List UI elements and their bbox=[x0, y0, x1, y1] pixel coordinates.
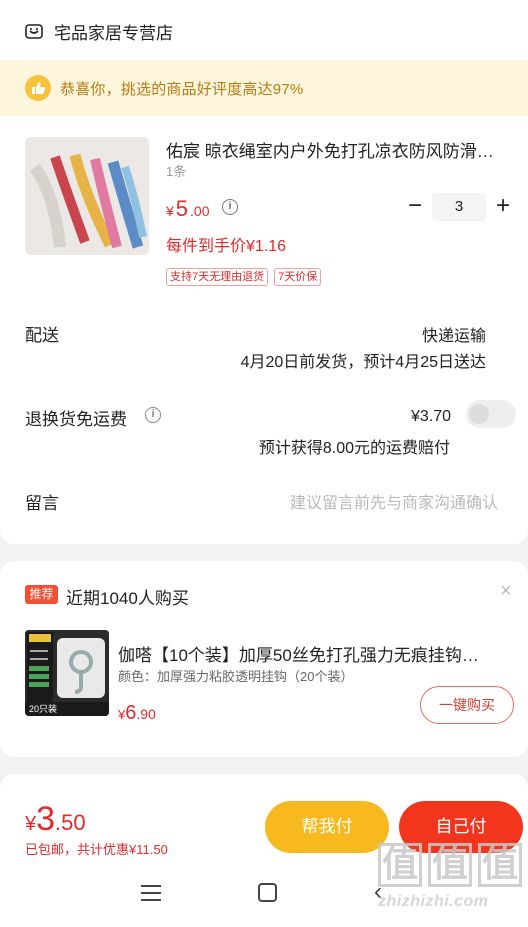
return-insurance-label: 退换货免运费 bbox=[25, 410, 127, 429]
rating-banner: 恭喜你，挑选的商品好评度高达97% bbox=[0, 60, 528, 116]
recommend-item-price: ¥ 6 .90 bbox=[118, 702, 156, 725]
delivery-note: 4月20日前发货，预计4月25日送达 bbox=[240, 354, 486, 371]
help-pay-button[interactable]: 帮我付 bbox=[265, 801, 389, 853]
product-title[interactable]: 佑宸 晾衣绳室内户外免打孔凉衣防风防滑… bbox=[166, 137, 516, 162]
home-icon[interactable] bbox=[258, 883, 277, 902]
delivery-label: 配送 bbox=[25, 326, 59, 345]
toggle-knob bbox=[469, 404, 489, 424]
recommend-item-spec: 颜色：加厚强力粘胶透明挂钩（20个装） bbox=[118, 669, 354, 684]
tag-return[interactable]: 支持7天无理由退货 bbox=[166, 268, 269, 286]
recommend-image[interactable]: 20只装 bbox=[25, 630, 109, 716]
delivery-method[interactable]: 快递运输 bbox=[422, 322, 486, 346]
recommend-title: 近期1040人购买 bbox=[66, 589, 189, 608]
insurance-info-icon[interactable]: i bbox=[145, 407, 161, 423]
rec-price-currency: ¥ bbox=[118, 707, 126, 722]
banner-text: 恭喜你，挑选的商品好评度高达97% bbox=[60, 81, 304, 98]
per-item-price: 每件到手价¥1.16 bbox=[166, 238, 287, 255]
price-currency: ¥ bbox=[166, 203, 174, 219]
thumb-count-text: 20只装 bbox=[29, 703, 57, 714]
watermark-url: zhizhizhi.com bbox=[378, 893, 489, 910]
rec-price-decimal: .90 bbox=[136, 706, 156, 722]
quantity-stepper: − 3 + bbox=[400, 192, 518, 222]
service-tags: 支持7天无理由退货 7天价保 bbox=[166, 268, 322, 286]
watermark-logo: 值 值 值 zhizhizhi.com bbox=[378, 843, 526, 925]
insurance-note: 预计获得8.00元的运费赔付 bbox=[258, 440, 450, 457]
menu-icon[interactable] bbox=[141, 885, 161, 906]
product-price: ¥ 5 .00 bbox=[166, 196, 210, 222]
total-discount-note: 已包邮，共计优惠¥11.50 bbox=[25, 842, 168, 857]
total-decimal: .50 bbox=[55, 810, 86, 835]
price-info-icon[interactable]: i bbox=[222, 199, 238, 215]
insurance-toggle[interactable] bbox=[466, 400, 516, 428]
shop-name: 宅品家居专营店 bbox=[54, 23, 173, 43]
minus-icon[interactable]: − bbox=[400, 192, 430, 222]
message-input[interactable]: 建议留言前先与商家沟通确认 bbox=[290, 489, 498, 513]
thumbs-up-icon bbox=[25, 75, 51, 101]
shop-icon bbox=[25, 24, 43, 39]
recommend-badge: 推荐 bbox=[25, 585, 58, 604]
total-price: ¥ 3 .50 bbox=[25, 800, 86, 839]
watermark-char-3: 值 bbox=[478, 843, 522, 887]
plus-icon[interactable]: + bbox=[488, 192, 518, 222]
quantity-input[interactable]: 3 bbox=[432, 193, 486, 221]
one-click-buy-button[interactable]: 一键购买 bbox=[420, 686, 514, 724]
watermark-char-1: 值 bbox=[378, 843, 422, 887]
insurance-price: ¥3.70 bbox=[410, 408, 451, 425]
watermark-char-2: 值 bbox=[428, 843, 472, 887]
message-label: 留言 bbox=[25, 494, 59, 513]
total-integer: 3 bbox=[36, 800, 56, 838]
close-icon[interactable]: × bbox=[500, 580, 512, 603]
product-spec[interactable]: 1条 bbox=[166, 161, 186, 180]
tag-price-protect[interactable]: 7天价保 bbox=[274, 268, 322, 286]
total-currency: ¥ bbox=[25, 813, 37, 835]
recommend-item-name[interactable]: 伽嗒【10个装】加厚50丝免打孔强力无痕挂钩… bbox=[118, 641, 508, 666]
shop-header[interactable]: 宅品家居专营店 bbox=[24, 18, 173, 44]
product-image[interactable] bbox=[25, 137, 149, 255]
rec-price-integer: 6 bbox=[125, 702, 137, 724]
price-decimal: .00 bbox=[190, 203, 210, 219]
price-integer: 5 bbox=[175, 196, 189, 221]
